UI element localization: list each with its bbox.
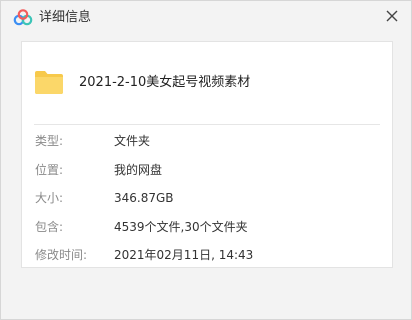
detail-label: 位置: bbox=[35, 162, 64, 177]
detail-label: 包含: bbox=[35, 219, 64, 234]
dialog-title: 详细信息 bbox=[39, 10, 92, 25]
detail-row-contains: 包含: 4539个文件,30个文件夹 bbox=[22, 214, 392, 243]
detail-value: 2021年02月11日, 14:43 bbox=[114, 248, 254, 262]
details-dialog: 详细信息 2021-2-10美女起号视频素材 类型: 文件夹 位置: 我的网盘 … bbox=[0, 0, 412, 320]
detail-row-size: 大小: 346.87GB bbox=[22, 185, 392, 214]
detail-value: 4539个文件,30个文件夹 bbox=[114, 219, 248, 234]
file-header: 2021-2-10美女起号视频素材 bbox=[22, 42, 392, 124]
detail-row-location: 位置: 我的网盘 bbox=[22, 157, 392, 186]
details-list: 类型: 文件夹 位置: 我的网盘 大小: 346.87GB 包含: 4539个文… bbox=[22, 128, 392, 271]
detail-row-type: 类型: 文件夹 bbox=[22, 128, 392, 157]
folder-icon bbox=[34, 69, 64, 95]
detail-row-modified: 修改时间: 2021年02月11日, 14:43 bbox=[22, 242, 392, 271]
title-bar: 详细信息 bbox=[1, 1, 411, 35]
file-name: 2021-2-10美女起号视频素材 bbox=[79, 75, 251, 90]
divider bbox=[34, 124, 380, 125]
cloud-icon bbox=[13, 9, 33, 27]
detail-value: 我的网盘 bbox=[114, 162, 163, 177]
close-icon bbox=[386, 10, 398, 22]
details-panel: 2021-2-10美女起号视频素材 类型: 文件夹 位置: 我的网盘 大小: 3… bbox=[21, 41, 393, 268]
detail-value: 346.87GB bbox=[114, 191, 174, 205]
detail-label: 类型: bbox=[35, 134, 64, 148]
close-button[interactable] bbox=[381, 5, 403, 27]
detail-value: 文件夹 bbox=[114, 134, 151, 148]
detail-label: 大小: bbox=[35, 191, 64, 205]
detail-label: 修改时间: bbox=[35, 248, 88, 262]
